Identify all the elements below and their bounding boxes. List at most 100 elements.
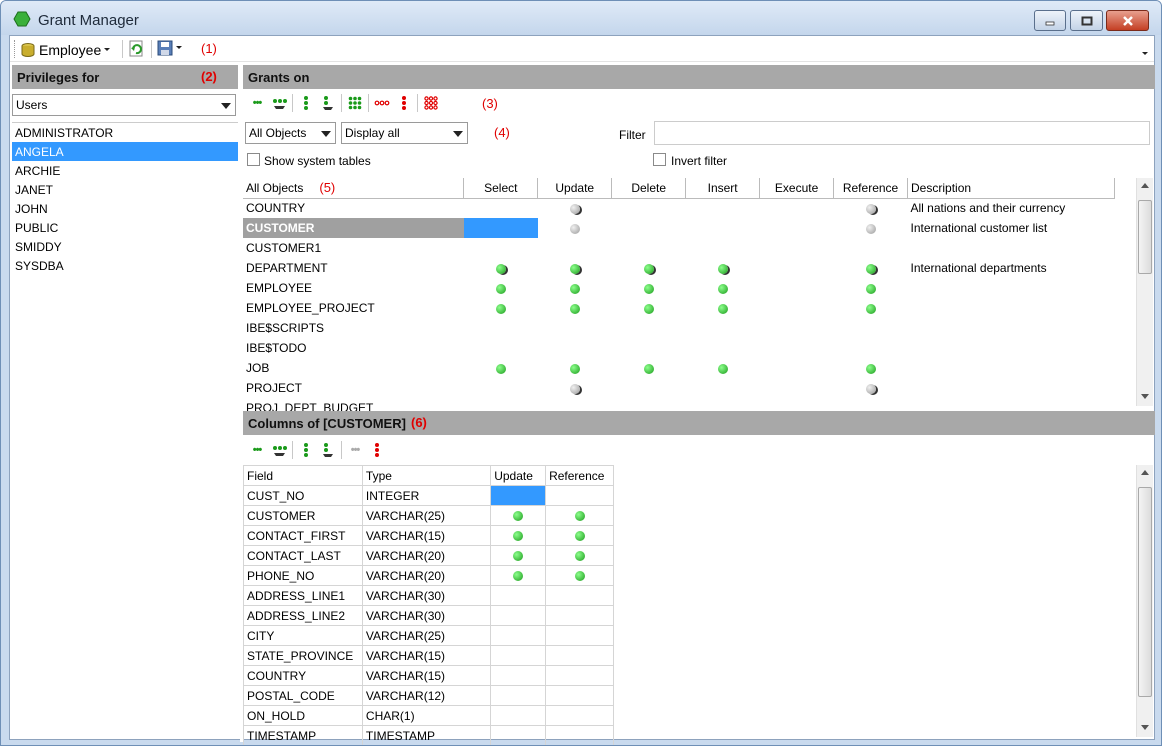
column-header-type[interactable]: Type [361, 465, 492, 486]
grant-all-columns-with-option-button[interactable] [268, 439, 290, 461]
privilege-cell[interactable] [464, 338, 538, 358]
scroll-up-icon[interactable] [1141, 183, 1149, 188]
table-row[interactable]: CUSTOMER International customer list [243, 218, 1115, 238]
revoke-all-columns-button[interactable]: ••• [344, 439, 366, 461]
grant-all-objects-button[interactable] [344, 92, 366, 114]
column-header-select[interactable]: Select [463, 178, 539, 199]
maximize-button[interactable] [1070, 10, 1103, 31]
user-item[interactable]: JANET [12, 180, 238, 199]
table-row[interactable]: DEPARTMENT International departments [243, 258, 1115, 278]
privilege-cell[interactable] [612, 378, 686, 398]
privilege-cell[interactable] [834, 238, 908, 258]
privilege-cell[interactable] [686, 298, 760, 318]
table-row[interactable]: COUNTRY All nations and their currency [243, 198, 1115, 218]
grant-all-columns-button[interactable]: ••• [246, 439, 268, 461]
reference-privilege-cell[interactable] [545, 645, 614, 666]
privilege-cell[interactable] [612, 338, 686, 358]
privilege-cell[interactable] [538, 278, 612, 298]
table-row[interactable]: CUST_NO INTEGER [243, 485, 614, 506]
reference-privilege-cell[interactable] [545, 505, 614, 526]
privilege-cell[interactable] [538, 258, 612, 278]
reference-privilege-cell[interactable] [545, 685, 614, 706]
reference-privilege-cell[interactable] [545, 705, 614, 726]
privilege-cell[interactable] [834, 198, 908, 218]
table-row[interactable]: JOB [243, 358, 1115, 378]
update-privilege-cell[interactable] [490, 525, 547, 546]
privilege-cell[interactable] [834, 358, 908, 378]
table-row[interactable]: POSTAL_CODE VARCHAR(12) [243, 685, 614, 706]
object-name-cell[interactable]: IBE$TODO [243, 338, 464, 358]
object-name-cell[interactable]: JOB [243, 358, 464, 378]
privilege-cell[interactable] [464, 238, 538, 258]
privilege-cell[interactable] [464, 198, 538, 218]
privilege-cell[interactable] [612, 298, 686, 318]
table-row[interactable]: ON_HOLD CHAR(1) [243, 705, 614, 726]
privilege-cell[interactable] [834, 378, 908, 398]
privilege-cell[interactable] [464, 358, 538, 378]
table-row[interactable]: EMPLOYEE [243, 278, 1115, 298]
minimize-button[interactable] [1034, 10, 1066, 31]
revoke-column-button[interactable] [393, 92, 415, 114]
privilege-cell[interactable] [686, 218, 760, 238]
column-header-update[interactable]: Update [537, 178, 613, 199]
scroll-down-icon[interactable] [1141, 394, 1149, 399]
update-privilege-cell[interactable] [490, 545, 547, 566]
privilege-cell[interactable] [612, 318, 686, 338]
table-row[interactable]: IBE$TODO [243, 338, 1115, 358]
object-name-cell[interactable]: EMPLOYEE [243, 278, 464, 298]
title-bar[interactable]: Grant Manager [1, 1, 1161, 35]
grants-scrollbar[interactable] [1136, 178, 1153, 406]
table-row[interactable]: TIMESTAMP TIMESTAMP [243, 725, 614, 745]
refresh-button[interactable] [128, 40, 146, 61]
table-row[interactable]: STATE_PROVINCE VARCHAR(15) [243, 645, 614, 666]
table-row[interactable]: IBE$SCRIPTS [243, 318, 1115, 338]
reference-privilege-cell[interactable] [545, 665, 614, 686]
update-privilege-cell[interactable] [490, 645, 547, 666]
object-name-cell[interactable]: IBE$SCRIPTS [243, 318, 464, 338]
revoke-col-button[interactable] [366, 439, 388, 461]
update-privilege-cell[interactable] [490, 685, 547, 706]
privilege-cell[interactable] [686, 238, 760, 258]
privilege-cell[interactable] [464, 278, 538, 298]
privilege-cell[interactable] [834, 218, 908, 238]
privilege-cell[interactable] [612, 278, 686, 298]
privilege-cell[interactable] [760, 218, 834, 238]
privilege-cell[interactable] [464, 318, 538, 338]
privilege-cell[interactable] [463, 218, 538, 238]
table-row[interactable]: EMPLOYEE_PROJECT [243, 298, 1115, 318]
object-name-cell[interactable]: COUNTRY [243, 198, 464, 218]
table-row[interactable]: CITY VARCHAR(25) [243, 625, 614, 646]
grant-col-with-option-button[interactable] [317, 439, 339, 461]
privilege-cell[interactable] [464, 378, 538, 398]
scroll-thumb[interactable] [1138, 487, 1152, 697]
reference-privilege-cell[interactable] [545, 585, 614, 606]
update-privilege-cell[interactable] [490, 585, 547, 606]
user-item[interactable]: SYSDBA [12, 256, 238, 275]
table-row[interactable]: ADDRESS_LINE1 VARCHAR(30) [243, 585, 614, 606]
close-button[interactable] [1106, 10, 1149, 31]
user-item[interactable]: ADMINISTRATOR [12, 123, 238, 142]
column-header-execute[interactable]: Execute [759, 178, 835, 199]
privilege-cell[interactable] [760, 338, 834, 358]
user-item[interactable]: SMIDDY [12, 237, 238, 256]
column-header-all-objects[interactable]: All Objects (5) [243, 178, 465, 199]
update-privilege-cell[interactable] [490, 505, 547, 526]
privilege-cell[interactable] [538, 298, 612, 318]
scroll-thumb[interactable] [1138, 200, 1152, 274]
update-privilege-cell[interactable] [490, 625, 547, 646]
column-header-reference[interactable]: Reference [545, 465, 614, 486]
database-dropdown-button[interactable]: Employee [20, 39, 111, 60]
object-name-cell[interactable]: PROJECT [243, 378, 464, 398]
table-row[interactable]: CONTACT_FIRST VARCHAR(15) [243, 525, 614, 546]
column-header-field[interactable]: Field [243, 465, 363, 486]
grant-all-with-option-button[interactable] [268, 92, 290, 114]
grant-column-button[interactable] [295, 92, 317, 114]
toolbar-overflow-icon[interactable] [1142, 51, 1149, 57]
privilege-cell[interactable] [686, 198, 760, 218]
privilege-cell[interactable] [834, 298, 908, 318]
columns-scrollbar[interactable] [1136, 465, 1153, 737]
privilege-type-select[interactable]: Users [12, 94, 236, 116]
privilege-cell[interactable] [538, 238, 612, 258]
table-row[interactable]: PROJECT [243, 378, 1115, 398]
scroll-up-icon[interactable] [1141, 470, 1149, 475]
